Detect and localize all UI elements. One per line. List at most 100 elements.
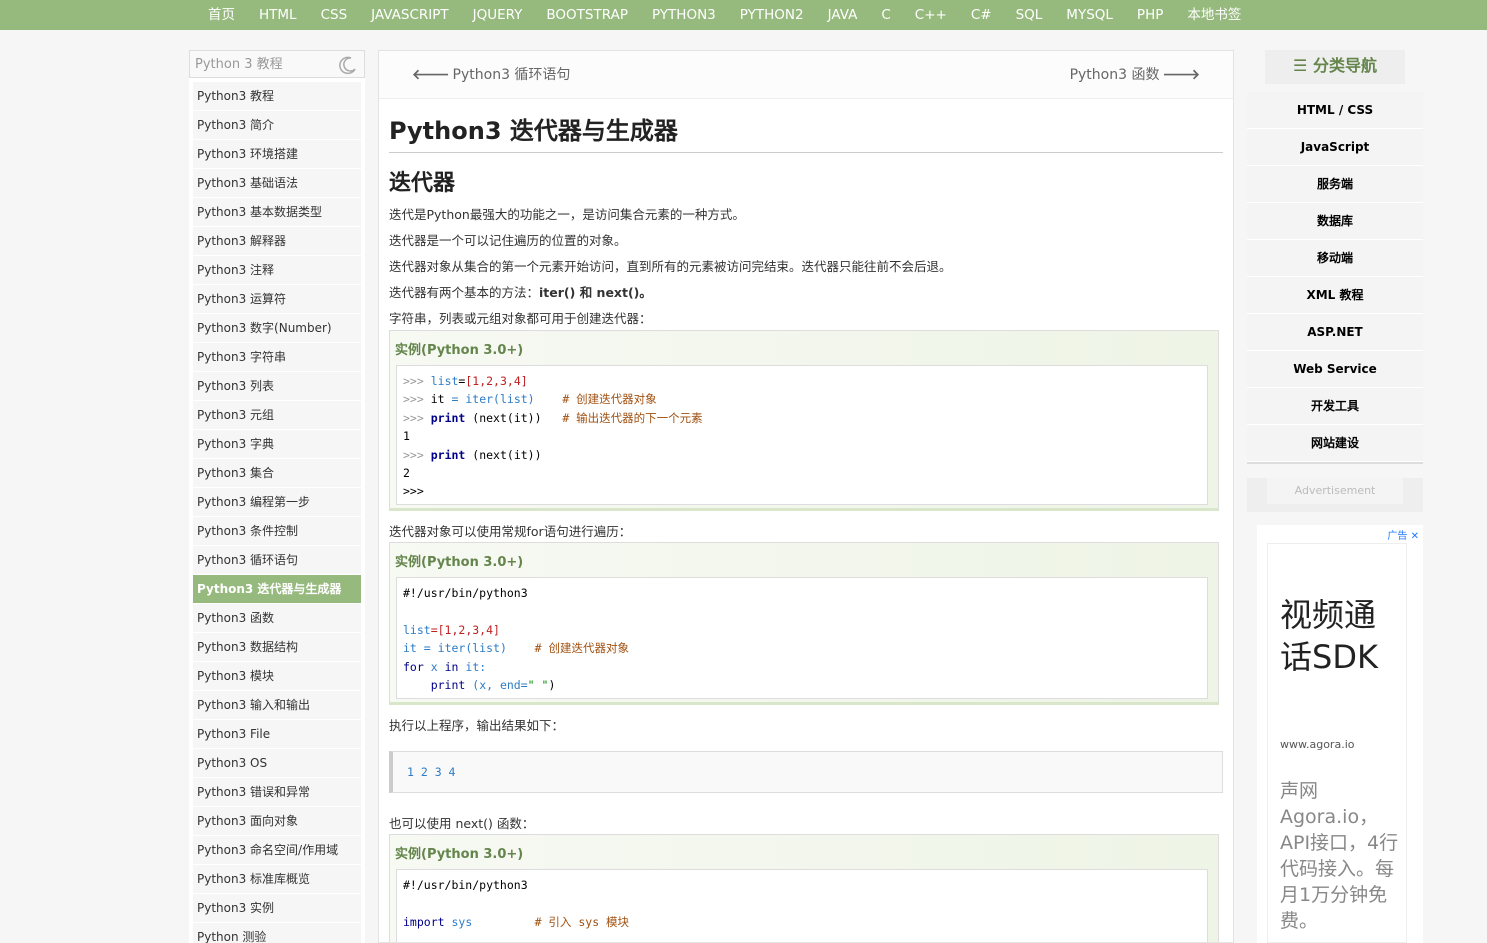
category-nav-item[interactable]: XML 教程	[1247, 277, 1423, 314]
code-line: >>> print (next(it))	[403, 447, 542, 462]
category-nav-item[interactable]: 移动端	[1247, 240, 1423, 277]
divider	[389, 152, 1223, 153]
sidebar-item[interactable]: Python3 数据结构	[193, 633, 361, 662]
category-nav-item[interactable]: ASP.NET	[1247, 314, 1423, 351]
sidebar-item[interactable]: Python3 环境搭建	[193, 140, 361, 169]
top-nav-item[interactable]: PYTHON2	[728, 0, 816, 30]
category-nav-item[interactable]: JavaScript	[1247, 129, 1423, 166]
sidebar-item[interactable]: Python 测验	[193, 923, 361, 943]
prev-next-bar: 🡐 Python3 循环语句 Python3 函数 🡒	[379, 51, 1233, 99]
top-nav-item[interactable]: MYSQL	[1054, 0, 1125, 30]
sidebar-item[interactable]: Python3 教程	[193, 82, 361, 111]
sidebar-title: Python 3 教程	[195, 57, 283, 72]
code-line: for x in it:	[403, 659, 487, 674]
arrow-left-icon: 🡐	[412, 67, 450, 83]
sidebar-item[interactable]: Python3 基础语法	[193, 169, 361, 198]
code-block[interactable]: #!/usr/bin/python3 list=[1,2,3,4] it = i…	[396, 577, 1208, 699]
sidebar-item[interactable]: Python3 列表	[193, 372, 361, 401]
sidebar-item[interactable]: Python3 解释器	[193, 227, 361, 256]
top-nav-item[interactable]: PHP	[1125, 0, 1175, 30]
category-nav-item[interactable]: 数据库	[1247, 203, 1423, 240]
sidebar-item[interactable]: Python3 集合	[193, 459, 361, 488]
category-nav-item[interactable]: HTML / CSS	[1247, 92, 1423, 129]
example-label: 实例(Python 3.0+)	[395, 847, 524, 862]
sidebar-item[interactable]: Python3 简介	[193, 111, 361, 140]
sidebar-item[interactable]: Python3 面向对象	[193, 807, 361, 836]
sidebar-item[interactable]: Python3 命名空间/作用域	[193, 836, 361, 865]
ad-url: www.agora.io	[1280, 738, 1355, 751]
paragraph: 迭代器对象从集合的第一个元素开始访问，直到所有的元素被访问完结束。迭代器只能往前…	[389, 259, 952, 274]
sidebar-item[interactable]: Python3 数字(Number)	[193, 314, 361, 343]
prev-link[interactable]: 🡐 Python3 循环语句	[409, 51, 570, 99]
sidebar-item[interactable]: Python3 输入和输出	[193, 691, 361, 720]
top-nav-item[interactable]: CSS	[309, 0, 360, 30]
top-nav-list: 首页 HTML CSS JAVASCRIPT JQUERY BOOTSTRAP PYTHON…	[196, 0, 1253, 30]
top-nav-item[interactable]: 本地书签	[1175, 0, 1253, 30]
close-icon[interactable]: ✕	[1411, 531, 1419, 542]
top-nav-item[interactable]: C++	[903, 0, 959, 30]
top-nav-item[interactable]: BOOTSTRAP	[534, 0, 640, 30]
sidebar-item[interactable]: Python3 模块	[193, 662, 361, 691]
category-nav-header: ☰ 分类导航	[1247, 50, 1423, 92]
top-nav-item[interactable]: PYTHON3	[640, 0, 728, 30]
sidebar-item[interactable]: Python3 元组	[193, 401, 361, 430]
sidebar-item[interactable]: Python3 File	[193, 720, 361, 749]
example-box: 实例(Python 3.0+) >>> list=[1,2,3,4] >>> i…	[389, 330, 1219, 511]
sidebar-item[interactable]: Python3 迭代器与生成器	[193, 575, 361, 604]
code-line: it = iter(list) # 创建迭代器对象	[403, 641, 629, 656]
ad-description: 声网Agora.io，API接口，4行代码接入。每月1万分钟免费。	[1280, 780, 1399, 932]
category-nav-item[interactable]: Web Service	[1247, 351, 1423, 388]
code-line: #!/usr/bin/python3	[403, 586, 528, 600]
moon-icon[interactable]	[338, 55, 358, 75]
code-line: 1	[403, 429, 410, 444]
code-line: print (x, end=" ")	[430, 677, 556, 692]
code-block[interactable]: >>> list=[1,2,3,4] >>> it = iter(list) #…	[396, 365, 1208, 505]
sidebar-item[interactable]: Python3 实例	[193, 894, 361, 923]
code-line: >>>	[403, 484, 424, 499]
category-nav-item[interactable]: 开发工具	[1247, 388, 1423, 425]
list-icon: ☰	[1293, 56, 1308, 75]
sidebar-item[interactable]: Python3 基本数据类型	[193, 198, 361, 227]
sidebar-item[interactable]: Python3 条件控制	[193, 517, 361, 546]
category-nav-item[interactable]: 服务端	[1247, 166, 1423, 203]
ad-content[interactable]: 视频通话SDK www.agora.io 声网Agora.io，API接口，4行…	[1267, 543, 1407, 943]
code-block[interactable]: #!/usr/bin/python3 import sys # 引入 sys 模…	[396, 869, 1208, 942]
sidebar-item[interactable]: Python3 字典	[193, 430, 361, 459]
example-box: 实例(Python 3.0+) #!/usr/bin/python3 impor…	[389, 834, 1219, 942]
sidebar-item[interactable]: Python3 函数	[193, 604, 361, 633]
advertisement-header: Advertisement	[1247, 478, 1423, 512]
sidebar-item[interactable]: Python3 错误和异常	[193, 778, 361, 807]
sidebar-item[interactable]: Python3 注释	[193, 256, 361, 285]
main-content: 🡐 Python3 循环语句 Python3 函数 🡒 Python3 迭代器与生成…	[378, 50, 1234, 943]
example-label: 实例(Python 3.0+)	[395, 343, 524, 358]
sidebar-item[interactable]: Python3 运算符	[193, 285, 361, 314]
ad-badge[interactable]: 广告 ✕	[1387, 527, 1419, 542]
code-line: import sys # 引入 sys 模块	[403, 914, 630, 929]
sidebar-item[interactable]: Python3 循环语句	[193, 546, 361, 575]
top-nav-item[interactable]: SQL	[1004, 0, 1055, 30]
left-sidebar: Python 3 教程 Python3 教程 Python3 简介 Python3 …	[189, 50, 365, 943]
sidebar-item[interactable]: Python3 编程第一步	[193, 488, 361, 517]
ad-badge-label: 广告	[1387, 531, 1408, 542]
top-nav-item[interactable]: HTML	[247, 0, 309, 30]
sidebar-item[interactable]: Python3 标准库概览	[193, 865, 361, 894]
paragraph-text: 迭代器有两个基本的方法：	[389, 285, 540, 300]
prev-link-label: Python3 循环语句	[452, 67, 571, 83]
top-nav-item[interactable]: C#	[959, 0, 1004, 30]
top-nav-item[interactable]: JAVA	[816, 0, 870, 30]
top-nav-item[interactable]: 首页	[196, 0, 247, 30]
code-line: >>> print (next(it)) # 输出迭代器的下一个元素	[403, 410, 703, 425]
top-nav-item[interactable]: JQUERY	[461, 0, 535, 30]
category-nav-item[interactable]: 网站建设	[1247, 425, 1423, 462]
ad-title: 视频通话SDK	[1280, 596, 1378, 676]
paragraph: 迭代器是一个可以记住遍历的位置的对象。	[389, 233, 627, 248]
paragraph-bold: iter() 和 next()。	[539, 285, 652, 300]
sidebar-item[interactable]: Python3 OS	[193, 749, 361, 778]
next-link[interactable]: Python3 函数 🡒	[1070, 51, 1203, 99]
top-nav-item[interactable]: C	[869, 0, 902, 30]
sidebar-item[interactable]: Python3 字符串	[193, 343, 361, 372]
top-nav-item[interactable]: JAVASCRIPT	[359, 0, 460, 30]
ad-box[interactable]: 广告 ✕ 视频通话SDK www.agora.io 声网Agora.io，API…	[1257, 525, 1423, 943]
